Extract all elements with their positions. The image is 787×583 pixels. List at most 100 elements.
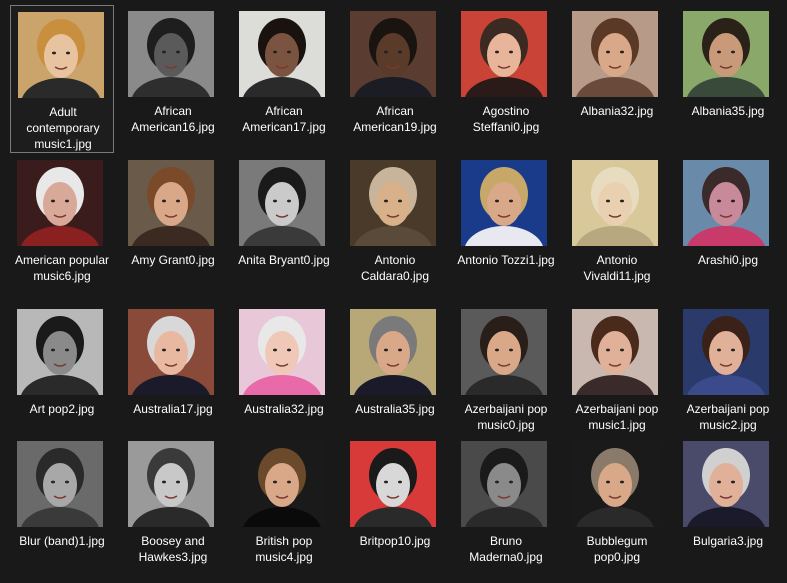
portrait-image [461, 309, 547, 395]
file-item[interactable]: Art pop2.jpg [10, 303, 114, 451]
file-name-label: Antonio Caldara0.jpg [360, 253, 430, 283]
file-item[interactable]: Amy Grant0.jpg [121, 154, 225, 302]
portrait-image [572, 441, 658, 527]
file-name-label: Australia17.jpg [133, 402, 213, 416]
image-thumbnail [572, 160, 658, 246]
image-thumbnail [350, 160, 436, 246]
file-name-label: Australia32.jpg [244, 402, 324, 416]
file-item[interactable]: Boosey and Hawkes3.jpg [121, 435, 225, 583]
image-thumbnail [350, 441, 436, 527]
image-thumbnail [17, 441, 103, 527]
image-thumbnail [461, 309, 547, 395]
file-item[interactable]: Australia32.jpg [232, 303, 336, 451]
file-item[interactable]: American popular music6.jpg [10, 154, 114, 302]
file-item[interactable]: Britpop10.jpg [343, 435, 447, 583]
file-name-label: Anita Bryant0.jpg [238, 253, 330, 267]
image-thumbnail [572, 309, 658, 395]
portrait-image [17, 309, 103, 395]
file-item[interactable]: Bubblegum pop0.jpg [565, 435, 669, 583]
file-item[interactable]: African American17.jpg [232, 5, 336, 153]
file-item[interactable]: Azerbaijani pop music1.jpg [565, 303, 669, 451]
file-name-label: Art pop2.jpg [29, 402, 95, 416]
portrait-image [17, 160, 103, 246]
image-thumbnail [239, 11, 325, 97]
image-thumbnail [128, 160, 214, 246]
portrait-image [350, 160, 436, 246]
image-thumbnail [572, 441, 658, 527]
image-thumbnail [350, 11, 436, 97]
file-item[interactable]: Adult contemporary music1.jpg [10, 5, 114, 153]
file-name-label: Adult contemporary music1.jpg [26, 105, 100, 151]
image-thumbnail [128, 309, 214, 395]
file-name-label: Australia35.jpg [355, 402, 435, 416]
file-name-label: African American16.jpg [131, 104, 215, 134]
file-item[interactable]: Antonio Vivaldi11.jpg [565, 154, 669, 302]
image-thumbnail [572, 11, 658, 97]
portrait-image [18, 12, 104, 98]
image-thumbnail [683, 441, 769, 527]
file-name-label: Antonio Vivaldi11.jpg [583, 253, 651, 283]
file-name-label: Azerbaijani pop music2.jpg [686, 402, 770, 432]
portrait-image [350, 11, 436, 97]
portrait-image [683, 441, 769, 527]
file-item[interactable]: African American19.jpg [343, 5, 447, 153]
file-item[interactable]: Anita Bryant0.jpg [232, 154, 336, 302]
file-item[interactable]: Antonio Tozzi1.jpg [454, 154, 558, 302]
file-name-label: Arashi0.jpg [697, 253, 759, 267]
image-thumbnail [17, 160, 103, 246]
portrait-image [17, 441, 103, 527]
portrait-image [461, 441, 547, 527]
file-name-label: Amy Grant0.jpg [131, 253, 215, 267]
file-item[interactable]: Azerbaijani pop music0.jpg [454, 303, 558, 451]
portrait-image [239, 11, 325, 97]
file-name-label: American popular music6.jpg [14, 253, 110, 283]
file-item[interactable]: Antonio Caldara0.jpg [343, 154, 447, 302]
portrait-image [683, 11, 769, 97]
image-thumbnail [239, 441, 325, 527]
image-thumbnail [128, 11, 214, 97]
image-thumbnail [350, 309, 436, 395]
portrait-image [239, 441, 325, 527]
file-item[interactable]: Albania35.jpg [676, 5, 780, 153]
file-item[interactable]: Australia35.jpg [343, 303, 447, 451]
file-item[interactable]: African American16.jpg [121, 5, 225, 153]
file-name-label: Bubblegum pop0.jpg [586, 534, 648, 564]
file-item[interactable]: Blur (band)1.jpg [10, 435, 114, 583]
portrait-image [128, 11, 214, 97]
portrait-image [128, 160, 214, 246]
portrait-image [128, 309, 214, 395]
image-thumbnail [17, 309, 103, 395]
file-name-label: Albania35.jpg [691, 104, 765, 118]
file-item[interactable]: British pop music4.jpg [232, 435, 336, 583]
portrait-image [239, 160, 325, 246]
file-item[interactable]: Albania32.jpg [565, 5, 669, 153]
image-thumbnail [18, 12, 104, 98]
image-thumbnail [683, 11, 769, 97]
image-thumbnail [461, 160, 547, 246]
image-thumbnail [239, 160, 325, 246]
file-name-label: Albania32.jpg [580, 104, 654, 118]
file-item[interactable]: Agostino Steffani0.jpg [454, 5, 558, 153]
file-item[interactable]: Arashi0.jpg [676, 154, 780, 302]
file-name-label: African American17.jpg [242, 104, 326, 134]
file-name-label: African American19.jpg [353, 104, 437, 134]
file-name-label: Blur (band)1.jpg [19, 534, 105, 548]
portrait-image [461, 11, 547, 97]
file-item[interactable]: Bulgaria3.jpg [676, 435, 780, 583]
portrait-image [239, 309, 325, 395]
portrait-image [461, 160, 547, 246]
file-name-label: Bulgaria3.jpg [692, 534, 764, 548]
image-thumbnail [683, 309, 769, 395]
file-item[interactable]: Azerbaijani pop music2.jpg [676, 303, 780, 451]
file-name-label: Antonio Tozzi1.jpg [457, 253, 555, 267]
file-name-label: Britpop10.jpg [359, 534, 431, 548]
file-item[interactable]: Bruno Maderna0.jpg [454, 435, 558, 583]
file-name-label: Azerbaijani pop music0.jpg [464, 402, 548, 432]
image-thumbnail [683, 160, 769, 246]
file-item[interactable]: Australia17.jpg [121, 303, 225, 451]
image-thumbnail [461, 11, 547, 97]
image-thumbnail [239, 309, 325, 395]
image-thumbnail [128, 441, 214, 527]
file-name-label: Azerbaijani pop music1.jpg [575, 402, 659, 432]
file-name-label: Agostino Steffani0.jpg [472, 104, 540, 134]
